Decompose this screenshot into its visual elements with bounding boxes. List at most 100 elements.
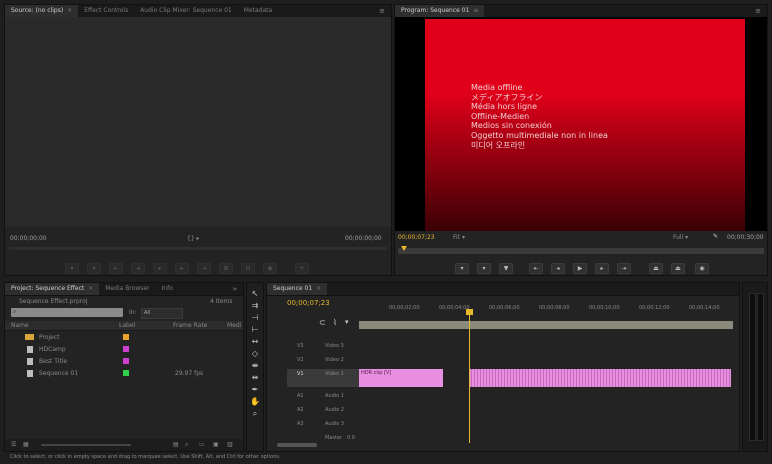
export-frame-button[interactable]: ◉: [695, 263, 709, 274]
track-header-v1[interactable]: V1 Video 1: [287, 369, 359, 387]
source-zoom[interactable]: {} ▸: [187, 235, 200, 242]
source-scrub-bar[interactable]: [9, 247, 387, 250]
clip[interactable]: [469, 369, 731, 387]
column-name[interactable]: Name: [11, 322, 29, 329]
mark-in-button[interactable]: ▾: [455, 263, 469, 274]
status-text: Click to select, or click in empty space…: [10, 454, 281, 460]
mark-out-button[interactable]: ▾: [87, 263, 101, 274]
project-search-input[interactable]: ⌕: [11, 308, 123, 317]
step-forward-button[interactable]: ▸: [175, 263, 189, 274]
mark-in-button[interactable]: ▾: [65, 263, 79, 274]
rate-stretch-tool-icon[interactable]: ↔: [250, 337, 260, 347]
find-icon[interactable]: ⌕: [185, 441, 188, 449]
snap-icon[interactable]: ⊂: [319, 318, 326, 327]
ruler-tick-label: 00;00;12;00: [639, 305, 670, 311]
program-playhead-timecode[interactable]: 00;00;07;23: [398, 234, 435, 241]
rolling-edit-tool-icon[interactable]: ⊢: [250, 325, 260, 335]
go-to-out-button[interactable]: ⇥: [617, 263, 631, 274]
slip-tool-icon[interactable]: ⇼: [250, 361, 260, 371]
program-zoom-dropdown[interactable]: Full ▾: [673, 234, 688, 241]
new-bin-icon[interactable]: ▭: [199, 441, 205, 448]
work-area-bar[interactable]: [359, 321, 733, 329]
project-column-header: Name Label Frame Rate Medi: [5, 321, 243, 331]
timeline-ruler[interactable]: 00;00;02;00 00;00;04;00 00;00;06;00 00;0…: [359, 305, 733, 313]
program-scrub-bar[interactable]: [398, 246, 764, 254]
panel-menu-icon[interactable]: ≡: [755, 7, 761, 15]
go-to-out-button[interactable]: ⇥: [197, 263, 211, 274]
add-marker-button[interactable]: ▼: [499, 263, 513, 274]
pen-tool-icon[interactable]: ✒: [250, 385, 260, 395]
ruler-tick-label: 00;00;08;00: [539, 305, 570, 311]
list-item[interactable]: Project: [5, 333, 243, 343]
item-name: HDCamp: [39, 346, 66, 353]
track-header-a2: A2 Audio 2: [297, 407, 344, 413]
source-monitor-panel: Source: (no clips) × Effect Controls Audi…: [4, 4, 392, 276]
zoom-tool-icon[interactable]: ⌕: [250, 409, 260, 419]
list-item[interactable]: Sequence 01 29.97 fps: [5, 369, 243, 379]
icon-view-icon[interactable]: ▦: [23, 441, 29, 448]
hand-tool-icon[interactable]: ✋: [250, 397, 260, 407]
program-monitor-panel: Program: Sequence 01 ≡ ≡ Media offline メデ…: [394, 4, 768, 276]
timeline-scrollbar[interactable]: [277, 443, 317, 447]
in-dropdown[interactable]: All: [141, 308, 183, 319]
column-frame-rate[interactable]: Frame Rate: [173, 322, 207, 329]
tab-media-browser[interactable]: Media Browser: [99, 283, 155, 295]
tab-effect-controls[interactable]: Effect Controls: [78, 5, 134, 17]
insert-button[interactable]: ⊞: [219, 263, 233, 274]
new-item-icon[interactable]: ▣: [213, 441, 219, 448]
label-swatch: [123, 370, 129, 376]
go-to-in-button[interactable]: ⇤: [529, 263, 543, 274]
column-label[interactable]: Label: [119, 322, 135, 329]
mark-out-button[interactable]: ▾: [477, 263, 491, 274]
clip[interactable]: HDR clip [V]: [359, 369, 443, 387]
folder-icon: [25, 334, 34, 340]
tab-audio-clip-mixer[interactable]: Audio Clip Mixer: Sequence 01: [134, 5, 238, 17]
track-header-a3: A3 Audio 3: [297, 421, 344, 427]
extract-button[interactable]: ⏏: [671, 263, 685, 274]
button-editor-button[interactable]: +: [295, 263, 309, 274]
list-item[interactable]: HDCamp: [5, 345, 243, 355]
wrench-icon[interactable]: ✎: [713, 233, 718, 240]
ripple-edit-tool-icon[interactable]: ⊣: [250, 313, 260, 323]
step-back-button[interactable]: ◂: [131, 263, 145, 274]
linked-selection-icon[interactable]: ⌇: [333, 318, 337, 327]
offline-line: Média hors ligne: [471, 102, 538, 112]
add-marker-icon[interactable]: ▾: [345, 318, 349, 326]
playhead-handle[interactable]: [466, 309, 473, 315]
column-media[interactable]: Medi: [227, 322, 241, 329]
status-bar: Click to select, or click in empty space…: [4, 454, 768, 463]
tab-project[interactable]: Project: Sequence Effect ×: [5, 283, 100, 295]
step-forward-button[interactable]: ▸: [595, 263, 609, 274]
source-timecode-in: 00;00;00;00: [10, 235, 47, 242]
tab-metadata[interactable]: Metadata: [238, 5, 278, 17]
go-to-in-button[interactable]: ⇤: [109, 263, 123, 274]
zoom-slider[interactable]: [41, 444, 131, 446]
selection-tool-icon[interactable]: ↖: [250, 289, 260, 299]
automate-icon[interactable]: ▤: [173, 441, 179, 448]
play-button[interactable]: ▸: [153, 263, 167, 274]
list-view-icon[interactable]: ☰: [11, 441, 16, 448]
timeline-playhead[interactable]: [466, 309, 473, 443]
list-item[interactable]: Best Title: [5, 357, 243, 367]
tab-source[interactable]: Source: (no clips) ×: [5, 5, 79, 17]
panel-menu-icon[interactable]: »: [233, 285, 237, 293]
step-back-button[interactable]: ◂: [551, 263, 565, 274]
overwrite-button[interactable]: ⊟: [241, 263, 255, 274]
slide-tool-icon[interactable]: ⇹: [250, 373, 260, 383]
timeline-panel: Sequence 01 × 00;00;07;23 00;00;02;00 00;…: [266, 282, 740, 452]
tab-info[interactable]: Info: [156, 283, 179, 295]
offline-line: Oggetto multimediale non in linea: [471, 130, 608, 140]
export-frame-button[interactable]: ◉: [263, 263, 277, 274]
delete-icon[interactable]: ▥: [227, 441, 233, 448]
tab-sequence[interactable]: Sequence 01 ×: [267, 283, 328, 295]
program-playhead-marker[interactable]: [401, 246, 407, 251]
panel-menu-icon[interactable]: ≡: [379, 7, 385, 15]
program-fit-dropdown[interactable]: Fit ▾: [453, 234, 465, 241]
lift-button[interactable]: ⏏: [649, 263, 663, 274]
razor-tool-icon[interactable]: ◇: [250, 349, 260, 359]
play-button[interactable]: ▶: [573, 263, 587, 274]
timeline-timecode[interactable]: 00;00;07;23: [287, 299, 330, 307]
track-content[interactable]: HDR clip [V]: [359, 333, 733, 443]
tab-program[interactable]: Program: Sequence 01 ≡: [395, 5, 485, 17]
track-select-tool-icon[interactable]: ⇉: [250, 301, 260, 311]
